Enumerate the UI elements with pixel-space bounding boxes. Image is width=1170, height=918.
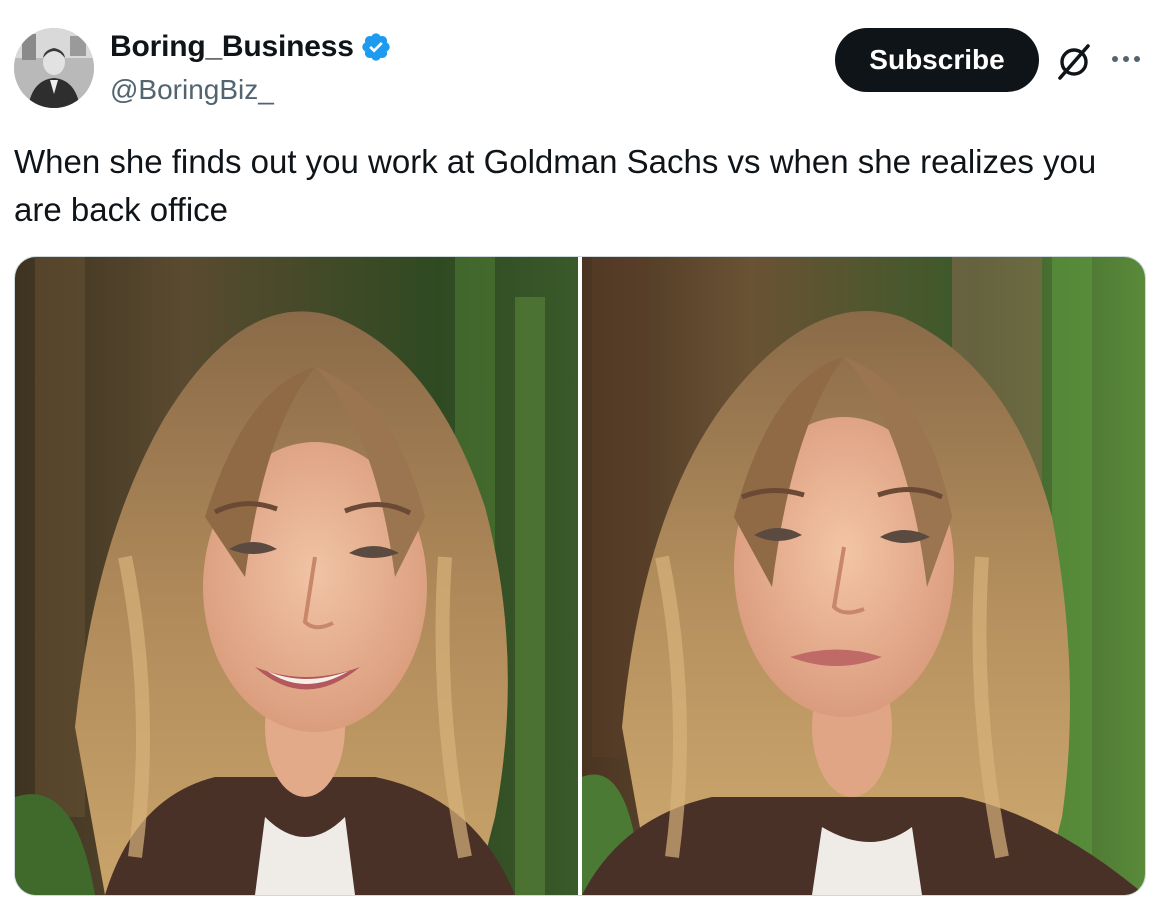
more-icon[interactable]: [1108, 44, 1144, 74]
media-panel-neutral[interactable]: [582, 257, 1145, 895]
media-panel-smiling[interactable]: [15, 257, 578, 895]
subscribe-button[interactable]: Subscribe: [835, 28, 1039, 92]
author-name-row[interactable]: Boring_Business: [110, 30, 392, 64]
author-avatar[interactable]: [14, 28, 94, 108]
author-handle[interactable]: @BoringBiz_: [110, 74, 274, 106]
profile-photo: [14, 28, 94, 108]
verified-badge-icon: [362, 33, 390, 61]
photo-neutral-woman: [582, 257, 1145, 895]
photo-smiling-woman: [15, 257, 578, 895]
post-media[interactable]: [14, 256, 1146, 896]
post-text: When she finds out you work at Goldman S…: [14, 143, 1097, 228]
author-display-name[interactable]: Boring_Business: [110, 30, 354, 64]
grok-icon[interactable]: [1054, 42, 1094, 82]
